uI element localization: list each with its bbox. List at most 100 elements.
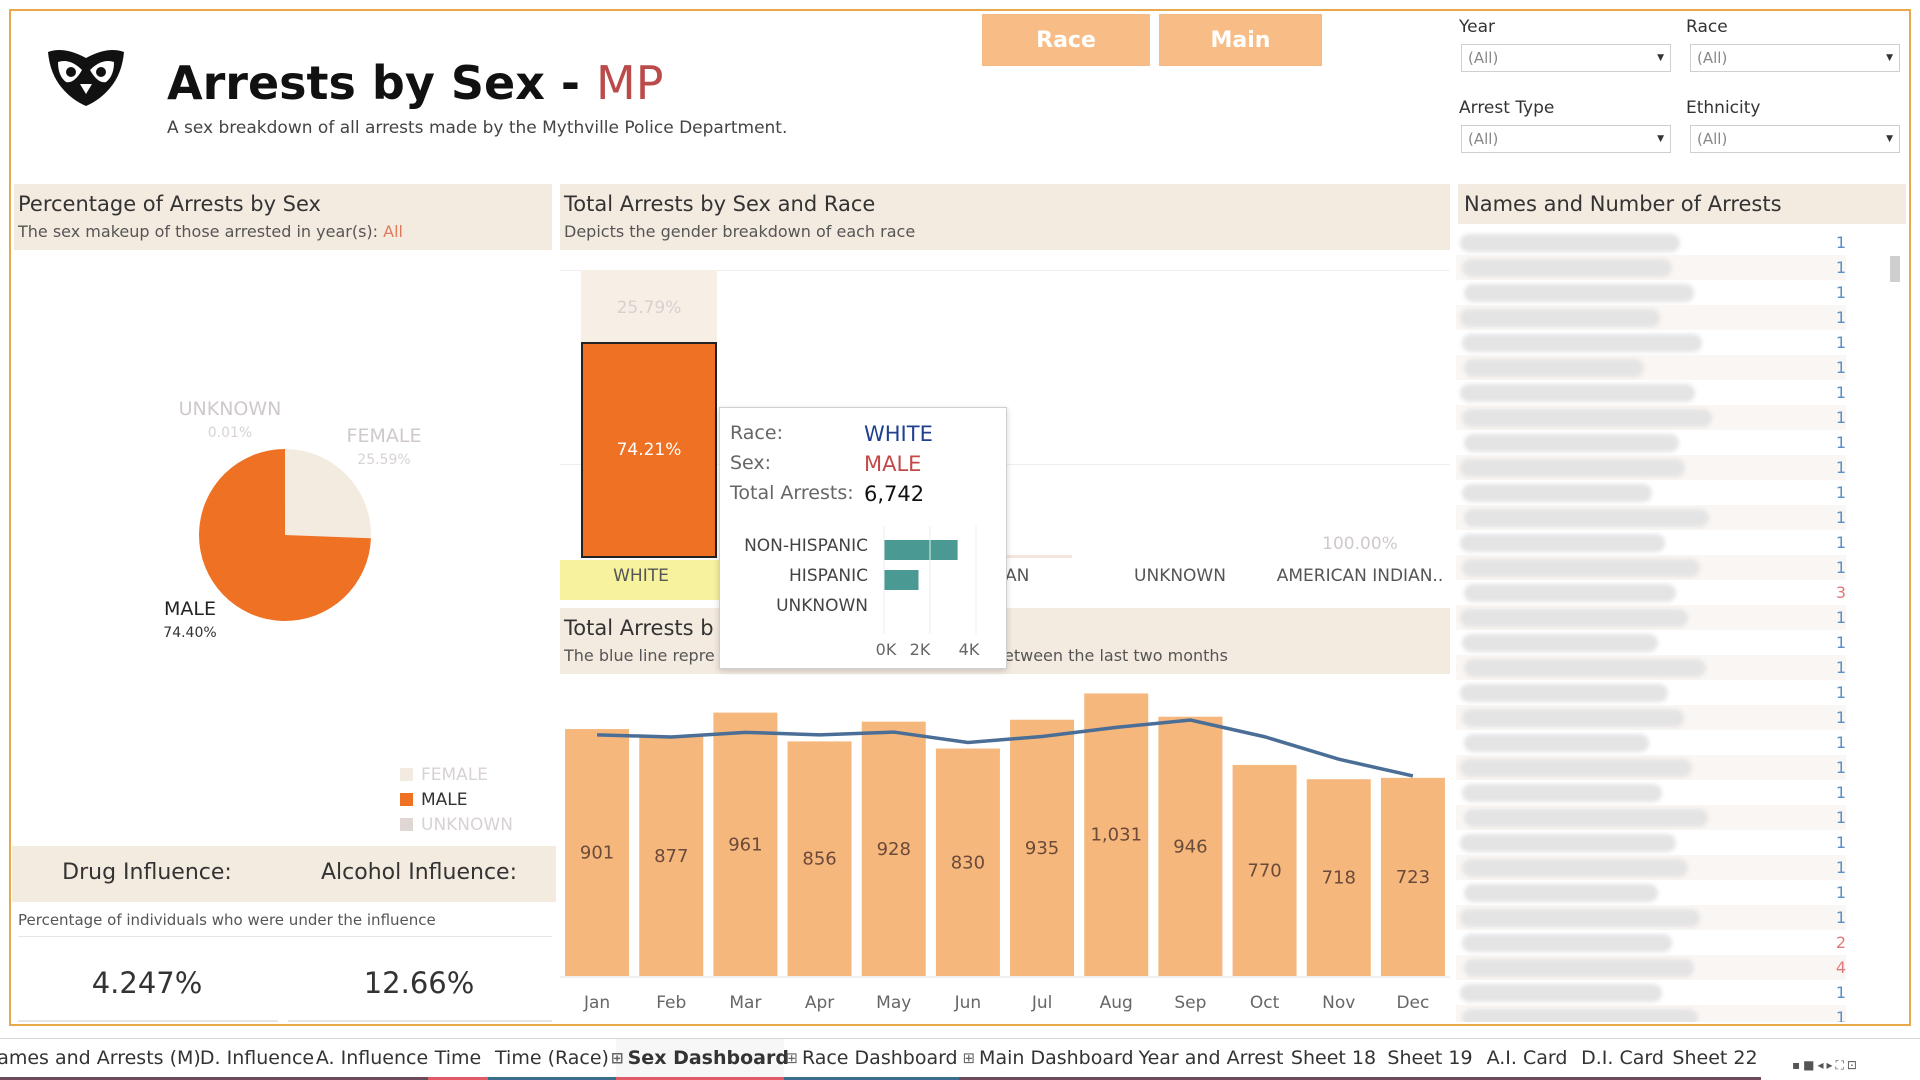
year-filter-select[interactable]: (All) ▼: [1461, 44, 1671, 72]
month-axis-label[interactable]: May: [876, 993, 911, 1013]
sheet-tab[interactable]: Sheet 18: [1285, 1039, 1382, 1080]
legend-item-unknown[interactable]: UNKNOWN: [400, 812, 513, 837]
month-axis-label[interactable]: Jan: [583, 993, 610, 1013]
sheet-tab[interactable]: ⊞ Sex Dashboard: [611, 1039, 789, 1080]
month-axis-label[interactable]: Aug: [1100, 993, 1133, 1013]
name-row[interactable]: 1: [1456, 805, 1846, 830]
name-row[interactable]: 1: [1456, 305, 1846, 330]
names-scrollbar-thumb[interactable]: [1890, 256, 1900, 282]
name-row[interactable]: 1: [1456, 830, 1846, 855]
sheet-tab[interactable]: Sheet 22: [1669, 1039, 1761, 1080]
month-axis-label[interactable]: Sep: [1174, 993, 1206, 1013]
name-row[interactable]: 1: [1456, 980, 1846, 1005]
name-row[interactable]: 1: [1456, 480, 1846, 505]
ethnicity-filter-label: Ethnicity: [1686, 98, 1761, 118]
name-row[interactable]: 1: [1456, 455, 1846, 480]
name-row[interactable]: 1: [1456, 505, 1846, 530]
sheet-tab[interactable]: Time (Race): [488, 1039, 616, 1080]
month-bar-value[interactable]: 770: [1247, 860, 1281, 881]
month-bar-value[interactable]: 946: [1173, 836, 1207, 857]
month-bar-value[interactable]: 901: [580, 843, 614, 864]
name-row[interactable]: 1: [1456, 255, 1846, 280]
name-row[interactable]: 1: [1456, 330, 1846, 355]
month-bar-value[interactable]: 877: [654, 846, 688, 867]
arrest-count: 1: [1835, 283, 1846, 302]
month-axis-label[interactable]: Feb: [656, 993, 686, 1013]
name-row[interactable]: 1: [1456, 605, 1846, 630]
legend-item-male[interactable]: MALE: [400, 787, 513, 812]
name-row[interactable]: 4: [1456, 955, 1846, 980]
name-row[interactable]: 2: [1456, 930, 1846, 955]
name-row[interactable]: 1: [1456, 755, 1846, 780]
name-row[interactable]: 1: [1456, 430, 1846, 455]
race-category-american-indian[interactable]: AMERICAN INDIAN..: [1270, 566, 1450, 586]
sheet-tab[interactable]: D. Influence: [198, 1039, 316, 1080]
name-row[interactable]: 1: [1456, 705, 1846, 730]
legend-item-female[interactable]: FEMALE: [400, 762, 513, 787]
names-list[interactable]: 1 1 1 1 1 1 1 1 1 1 1 1 1 1 3 1 1 1 1 1 1 1 1 1 1 1 1 1 2 4 1 1: [1456, 230, 1871, 1022]
main-nav-button[interactable]: Main: [1159, 14, 1322, 66]
redacted-name: [1460, 683, 1668, 702]
sheet-tab-label: Year and Arrest: [1138, 1047, 1284, 1069]
name-row[interactable]: 1: [1456, 780, 1846, 805]
name-row[interactable]: 1: [1456, 680, 1846, 705]
redacted-name: [1462, 633, 1658, 652]
race-nav-button[interactable]: Race: [982, 14, 1150, 66]
month-bar-value[interactable]: 935: [1025, 838, 1059, 859]
race-category-partial[interactable]: AN: [1005, 566, 1045, 586]
sheet-tab[interactable]: A. Influence: [316, 1039, 428, 1080]
month-bar-value[interactable]: 1,031: [1090, 825, 1142, 846]
sheet-tab[interactable]: D.I. Card: [1576, 1039, 1669, 1080]
sheet-tab[interactable]: ⊞ Main Dashboard: [959, 1039, 1137, 1080]
arrest-type-filter-select[interactable]: (All) ▼: [1461, 125, 1671, 153]
name-row[interactable]: 1: [1456, 555, 1846, 580]
month-bar-value[interactable]: 856: [802, 849, 836, 870]
race-category-unknown[interactable]: UNKNOWN: [1110, 566, 1250, 586]
sheet-tab[interactable]: ⊞ Race Dashboard: [784, 1039, 959, 1080]
name-row[interactable]: 1: [1456, 905, 1846, 930]
name-row[interactable]: 1: [1456, 280, 1846, 305]
race-category-white[interactable]: WHITE: [560, 566, 722, 586]
name-row[interactable]: 1: [1456, 880, 1846, 905]
sheet-tab[interactable]: ames and Arrests (M): [0, 1039, 201, 1080]
redacted-name: [1460, 533, 1665, 552]
small-race-bar[interactable]: [1000, 555, 1072, 558]
race-filter-select[interactable]: (All) ▼: [1690, 44, 1900, 72]
name-row[interactable]: 1: [1456, 1005, 1846, 1022]
name-row[interactable]: 1: [1456, 855, 1846, 880]
name-row[interactable]: 1: [1456, 630, 1846, 655]
sheet-tab[interactable]: Year and Arrest: [1137, 1039, 1285, 1080]
name-row[interactable]: 1: [1456, 230, 1846, 255]
name-row[interactable]: 1: [1456, 380, 1846, 405]
tab-nav-controls[interactable]: ▪■◂▸⛶⊡: [1792, 1058, 1860, 1073]
month-bar-value[interactable]: 718: [1322, 868, 1356, 889]
month-axis-label[interactable]: Jul: [1031, 993, 1053, 1013]
redacted-name: [1464, 283, 1694, 302]
month-axis-label[interactable]: Jun: [954, 993, 982, 1013]
month-axis-label[interactable]: Apr: [805, 993, 834, 1013]
redacted-name: [1460, 608, 1688, 627]
month-axis-label[interactable]: Nov: [1322, 993, 1355, 1013]
sheet-tab[interactable]: A.I. Card: [1478, 1039, 1576, 1080]
month-axis-label[interactable]: Dec: [1396, 993, 1429, 1013]
month-bar-value[interactable]: 830: [951, 852, 985, 873]
month-bar-value[interactable]: 961: [728, 834, 762, 855]
month-bar-value[interactable]: 723: [1396, 867, 1430, 888]
tooltip-bar[interactable]: [884, 540, 958, 560]
sheet-tab[interactable]: Time: [428, 1039, 488, 1080]
arrest-count: 1: [1835, 758, 1846, 777]
month-axis-label[interactable]: Oct: [1250, 993, 1280, 1013]
ethnicity-filter-select[interactable]: (All) ▼: [1690, 125, 1900, 153]
name-row[interactable]: 1: [1456, 405, 1846, 430]
month-axis-label[interactable]: Mar: [729, 993, 761, 1013]
name-row[interactable]: 1: [1456, 730, 1846, 755]
month-bar-value[interactable]: 928: [877, 839, 911, 860]
tooltip-bar[interactable]: [884, 570, 919, 590]
name-row[interactable]: 1: [1456, 530, 1846, 555]
name-row[interactable]: 1: [1456, 655, 1846, 680]
sheet-tab[interactable]: Sheet 19: [1382, 1039, 1478, 1080]
sheet-tab-label: ames and Arrests (M): [0, 1047, 201, 1069]
monthly-arrests-chart[interactable]: 901 Jan 877 Feb 961 Mar 856 Apr 928 May 830 Jun 935 J…: [560, 680, 1450, 1020]
name-row[interactable]: 1: [1456, 355, 1846, 380]
name-row[interactable]: 3: [1456, 580, 1846, 605]
